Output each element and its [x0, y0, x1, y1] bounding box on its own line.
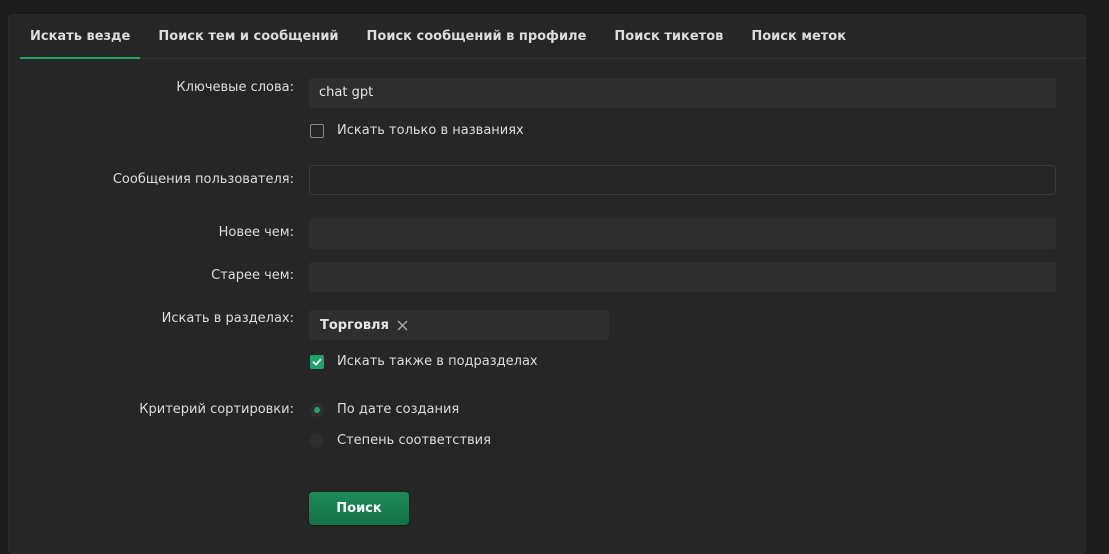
titles-only-option[interactable]: Искать только в названиях [310, 123, 524, 138]
sort-relevance-label: Степень соответствия [337, 433, 491, 448]
tab-search-profile-posts[interactable]: Поиск сообщений в профиле [357, 14, 597, 58]
search-tabs: Искать везде Поиск тем и сообщений Поиск… [20, 14, 1086, 59]
newer-than-label: Новее чем: [218, 225, 294, 240]
keywords-input[interactable] [309, 78, 1056, 108]
sort-date-radio[interactable] [310, 402, 324, 417]
subsections-checkbox[interactable] [310, 354, 324, 369]
subsections-label: Искать также в подразделах [337, 354, 538, 369]
search-button[interactable]: Поиск [309, 492, 409, 525]
sort-option-date[interactable]: По дате создания [310, 402, 459, 417]
keywords-label: Ключевые слова: [176, 80, 294, 95]
sections-label: Искать в разделах: [161, 311, 294, 326]
section-tag-label: Торговля [320, 317, 389, 333]
check-icon [312, 358, 322, 365]
close-icon[interactable] [397, 320, 408, 331]
tab-search-everywhere[interactable]: Искать везде [20, 14, 141, 59]
older-than-input[interactable] [309, 262, 1056, 292]
user-posts-label: Сообщения пользователя: [112, 172, 294, 187]
sort-relevance-radio[interactable] [310, 433, 324, 448]
titles-only-checkbox[interactable] [310, 123, 324, 138]
tab-search-threads-posts[interactable]: Поиск тем и сообщений [148, 14, 348, 58]
tab-search-tags[interactable]: Поиск меток [741, 14, 856, 58]
sort-date-label: По дате создания [337, 402, 460, 417]
sort-label: Критерий сортировки: [139, 402, 294, 417]
sort-option-relevance[interactable]: Степень соответствия [310, 433, 491, 448]
search-panel: Искать везде Поиск тем и сообщений Поиск… [8, 14, 1086, 554]
titles-only-label: Искать только в названиях [337, 123, 524, 138]
sections-tag-input[interactable]: Торговля [309, 310, 609, 340]
section-tag: Торговля [320, 318, 408, 333]
subsections-option[interactable]: Искать также в подразделах [310, 354, 538, 369]
tab-search-tickets[interactable]: Поиск тикетов [604, 14, 733, 58]
newer-than-input[interactable] [309, 219, 1056, 249]
older-than-label: Старее чем: [211, 268, 294, 283]
user-posts-input[interactable] [309, 165, 1056, 195]
